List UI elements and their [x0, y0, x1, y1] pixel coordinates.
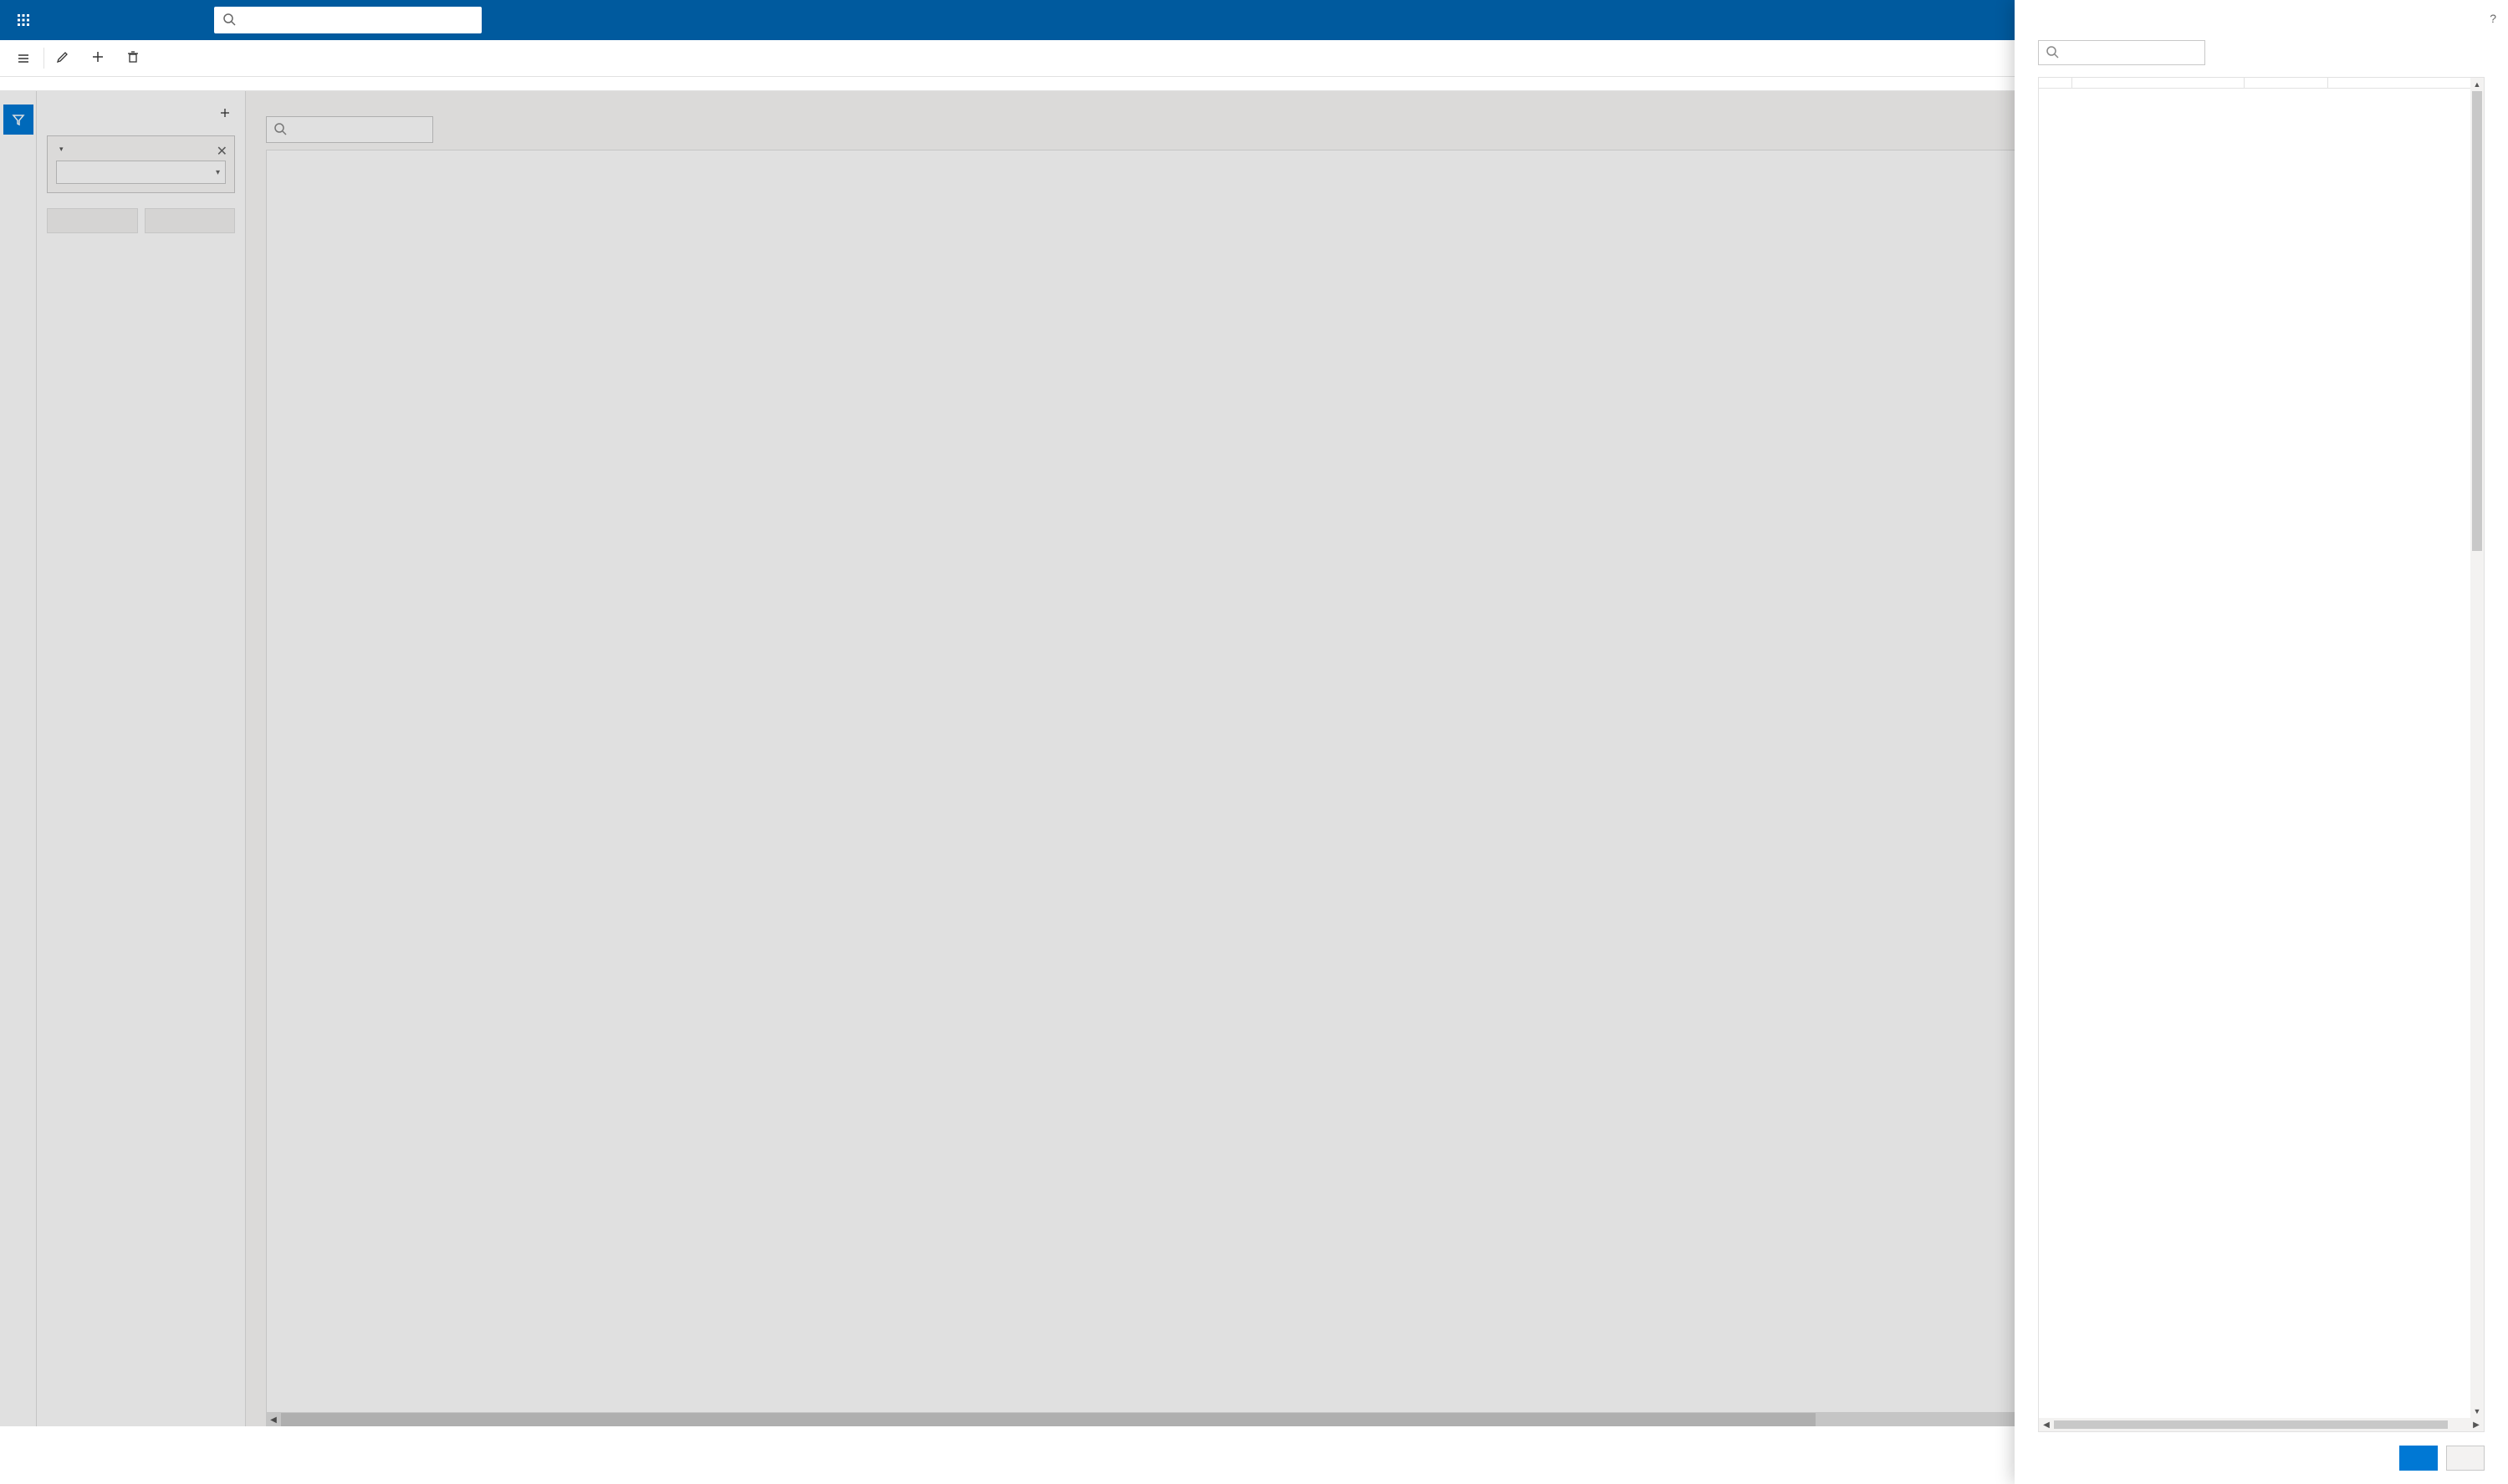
- scroll-thumb[interactable]: [2472, 91, 2482, 551]
- flyout-grid-header: [2039, 78, 2470, 89]
- search-icon: [2046, 45, 2059, 61]
- type-column-header[interactable]: [2245, 78, 2328, 88]
- flyout-filter-input[interactable]: [2064, 47, 2198, 59]
- pencil-icon: [56, 50, 69, 66]
- insert-button[interactable]: [2399, 1446, 2438, 1471]
- trash-icon: [126, 50, 140, 66]
- new-button[interactable]: [83, 40, 118, 76]
- scroll-up-button[interactable]: ▲: [2470, 78, 2484, 91]
- nav-toggle-button[interactable]: [7, 42, 40, 75]
- scroll-track[interactable]: [2054, 1420, 2469, 1429]
- plus-icon: [91, 50, 105, 66]
- scroll-right-button[interactable]: ▶: [2469, 1420, 2484, 1430]
- help-button[interactable]: ?: [2490, 12, 2496, 25]
- scroll-track[interactable]: [2470, 91, 2484, 1405]
- edit-button[interactable]: [48, 40, 83, 76]
- separator: [43, 48, 44, 69]
- flyout-grid-body[interactable]: [2039, 89, 2470, 1418]
- cancel-button[interactable]: [2446, 1446, 2485, 1471]
- global-search[interactable]: [214, 7, 482, 33]
- table-column-header[interactable]: [2328, 78, 2470, 88]
- scroll-down-button[interactable]: ▼: [2470, 1405, 2484, 1418]
- flyout-footer: [2038, 1446, 2485, 1471]
- scroll-thumb[interactable]: [2054, 1420, 2448, 1429]
- add-filter-fields-flyout: ? ▲ ▼: [2015, 0, 2508, 1484]
- horizontal-scrollbar[interactable]: ◀ ▶: [2039, 1418, 2484, 1431]
- flyout-filter[interactable]: [2038, 40, 2205, 65]
- scroll-left-button[interactable]: ◀: [2039, 1420, 2054, 1430]
- flyout-grid: ▲ ▼ ◀ ▶: [2038, 77, 2485, 1432]
- search-icon: [222, 13, 236, 28]
- field-column-header[interactable]: [2072, 78, 2245, 88]
- app-launcher-button[interactable]: [7, 3, 40, 37]
- sort-column-header[interactable]: [2039, 78, 2072, 88]
- delete-button[interactable]: [118, 40, 153, 76]
- vertical-scrollbar[interactable]: ▲ ▼: [2470, 78, 2484, 1418]
- global-search-input[interactable]: [243, 13, 473, 27]
- waffle-icon: [17, 13, 30, 27]
